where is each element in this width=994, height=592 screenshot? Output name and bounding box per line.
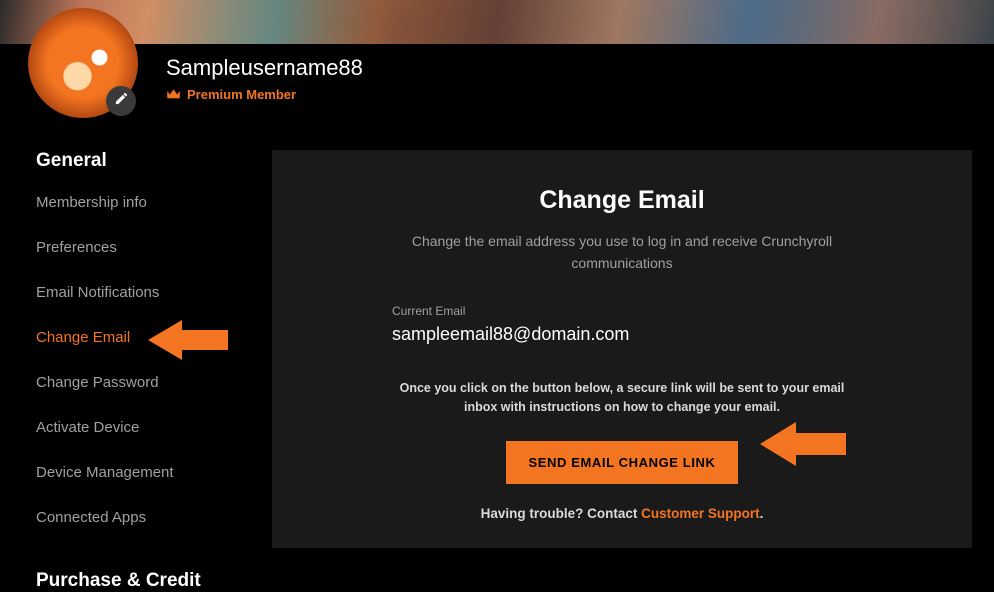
profile-name-block: Sampleusername88 Premium Member [166, 25, 363, 102]
membership-line: Premium Member [166, 87, 363, 102]
panel-title: Change Email [539, 186, 704, 215]
membership-label: Premium Member [187, 87, 296, 102]
sidebar-item-change-email[interactable]: Change Email [36, 329, 250, 346]
sidebar-item-preferences[interactable]: Preferences [36, 239, 250, 256]
customer-support-link[interactable]: Customer Support [641, 506, 760, 521]
trouble-prefix: Having trouble? Contact [481, 506, 642, 521]
panel-description: Change the email address you use to log … [407, 231, 837, 274]
settings-sidebar: General Membership info Preferences Emai… [0, 150, 270, 587]
trouble-suffix: . [760, 506, 764, 521]
sidebar-section-purchase-credit: Purchase & Credit [36, 570, 250, 592]
sidebar-item-connected-apps[interactable]: Connected Apps [36, 509, 250, 526]
current-email-value: sampleemail88@domain.com [392, 324, 792, 345]
username: Sampleusername88 [166, 55, 363, 81]
panel-instructions: Once you click on the button below, a se… [392, 379, 852, 417]
sidebar-item-activate-device[interactable]: Activate Device [36, 419, 250, 436]
crown-icon [166, 88, 181, 101]
sidebar-section-general: General [36, 150, 250, 172]
trouble-line: Having trouble? Contact Customer Support… [481, 506, 764, 521]
sidebar-item-device-management[interactable]: Device Management [36, 464, 250, 481]
sidebar-item-change-password[interactable]: Change Password [36, 374, 250, 391]
profile-header: Sampleusername88 Premium Member [28, 8, 363, 118]
edit-avatar-button[interactable] [106, 86, 136, 116]
send-email-change-link-button[interactable]: Send Email Change Link [506, 441, 737, 484]
current-email-block: Current Email sampleemail88@domain.com [392, 304, 792, 345]
change-email-panel: Change Email Change the email address yo… [272, 150, 972, 548]
pencil-icon [114, 91, 129, 111]
sidebar-item-email-notifications[interactable]: Email Notifications [36, 284, 250, 301]
avatar-wrap [28, 8, 138, 118]
current-email-label: Current Email [392, 304, 792, 318]
sidebar-item-membership-info[interactable]: Membership info [36, 194, 250, 211]
